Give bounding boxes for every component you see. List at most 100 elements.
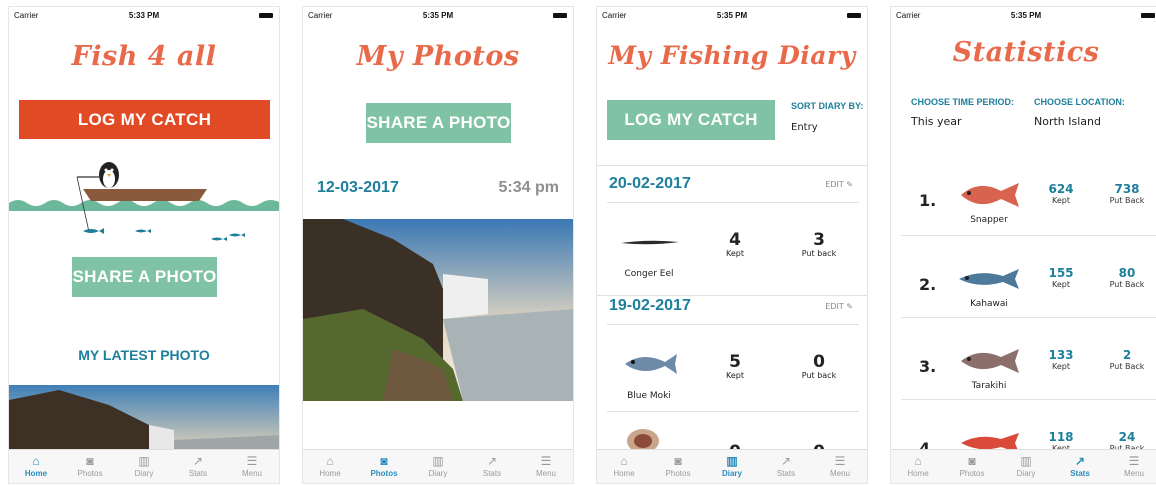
- put-back-count: 2 Put Back: [1109, 348, 1145, 372]
- tab-menu[interactable]: ☰ Menu: [1107, 450, 1156, 483]
- photo-time: 5:34 pm: [498, 179, 559, 196]
- stats-row: 2. Kahawai 155 Kept 80 Put Back: [901, 253, 1156, 335]
- status-bar: Carrier 5:35 PM: [303, 7, 573, 25]
- time-period-label: CHOOSE TIME PERIOD:: [911, 97, 1015, 107]
- fish-name: Tarakihi: [971, 381, 1007, 391]
- fish-name: Snapper: [970, 215, 1008, 225]
- diary-screen: Carrier 5:35 PM My Fishing Diary LOG MY …: [596, 6, 868, 484]
- status-bar: Carrier 5:35 PM: [597, 7, 867, 25]
- home-icon: ⌂: [620, 454, 628, 468]
- tab-stats[interactable]: ↗ Stats: [465, 450, 519, 483]
- status-time: 5:35 PM: [716, 11, 748, 20]
- kept-count: 4 Kept: [726, 230, 744, 258]
- log-catch-button[interactable]: LOG MY CATCH: [19, 100, 270, 139]
- home-icon: ⌂: [32, 454, 40, 468]
- rank-number: 3.: [919, 357, 937, 376]
- book-icon: ▥: [726, 454, 738, 468]
- photos-screen: Carrier 5:35 PM My Photos SHARE A PHOTO …: [302, 6, 574, 484]
- status-time: 5:35 PM: [422, 11, 454, 20]
- home-screen: Carrier 5:33 PM Fish 4 all LOG MY CATCH …: [8, 6, 280, 484]
- chart-icon: ↗: [1074, 454, 1086, 468]
- tab-diary[interactable]: ▥ Diary: [999, 450, 1053, 483]
- location-label: CHOOSE LOCATION:: [1034, 97, 1125, 107]
- kept-count: 133 Kept: [1048, 348, 1074, 372]
- put-back-count: 738 Put Back: [1109, 182, 1145, 206]
- menu-icon: ☰: [540, 454, 552, 468]
- home-icon: ⌂: [914, 454, 922, 468]
- tab-stats[interactable]: ↗ Stats: [171, 450, 225, 483]
- kept-count: 155 Kept: [1048, 266, 1074, 290]
- stats-row: 1. Snapper 624 Kept 738 Put Back: [901, 169, 1156, 251]
- location-select[interactable]: North Island: [1034, 115, 1101, 128]
- kahawai-image: [959, 269, 1019, 289]
- book-icon: ▥: [138, 454, 150, 468]
- pencil-icon: ✎: [846, 180, 853, 189]
- diary-entry[interactable]: Blue Moki 5 Kept 0 Put back: [597, 329, 867, 421]
- camera-icon: ◙: [674, 454, 682, 468]
- battery-icon: [1141, 13, 1155, 18]
- tab-stats[interactable]: ↗ Stats: [1053, 450, 1107, 483]
- battery-icon: [847, 13, 861, 18]
- rank-number: 1.: [919, 191, 937, 210]
- tab-stats[interactable]: ↗ Stats: [759, 450, 813, 483]
- status-bar: Carrier 5:33 PM: [9, 7, 279, 25]
- edit-button[interactable]: EDIT ✎: [825, 180, 853, 189]
- tab-diary[interactable]: ▥ Diary: [117, 450, 171, 483]
- tab-menu[interactable]: ☰ Menu: [225, 450, 279, 483]
- tab-photos[interactable]: ◙ Photos: [945, 450, 999, 483]
- fish-name: Conger Eel: [624, 269, 674, 279]
- book-icon: ▥: [1020, 454, 1032, 468]
- diary-date-heading: 20-02-2017: [609, 175, 691, 192]
- blue-moki-image: [625, 354, 677, 374]
- menu-icon: ☰: [246, 454, 258, 468]
- conger-eel-image: [621, 240, 679, 245]
- tab-menu[interactable]: ☰ Menu: [813, 450, 867, 483]
- share-photo-button[interactable]: SHARE A PHOTO: [72, 257, 217, 297]
- chart-icon: ↗: [192, 454, 204, 468]
- status-bar: Carrier 5:35 PM: [891, 7, 1156, 25]
- stats-row: 3. Tarakihi 133 Kept 2 Put Back: [901, 335, 1156, 417]
- tab-photos[interactable]: ◙ Photos: [63, 450, 117, 483]
- tab-bar: ⌂ Home ◙ Photos ▥ Diary ↗ Stats ☰ Menu: [303, 449, 573, 483]
- tab-home[interactable]: ⌂ Home: [891, 450, 945, 483]
- tab-home[interactable]: ⌂ Home: [597, 450, 651, 483]
- home-icon: ⌂: [326, 454, 334, 468]
- put-back-count: 3 Put back: [801, 230, 837, 258]
- snapper-image: [961, 183, 1019, 207]
- tab-bar: ⌂ Home ◙ Photos ▥ Diary ↗ Stats ☰ Menu: [891, 449, 1156, 483]
- waterfall-photo[interactable]: [303, 219, 574, 401]
- tab-diary[interactable]: ▥ Diary: [705, 450, 759, 483]
- fish-name: Kahawai: [970, 299, 1008, 309]
- status-time: 5:33 PM: [128, 11, 160, 20]
- share-photo-button[interactable]: SHARE A PHOTO: [366, 103, 511, 143]
- time-period-select[interactable]: This year: [911, 115, 962, 128]
- battery-icon: [259, 13, 273, 18]
- diary-entry[interactable]: Conger Eel 4 Kept 3 Put back: [597, 207, 867, 299]
- sort-diary-select[interactable]: Entry: [791, 122, 818, 133]
- stats-screen: Carrier 5:35 PM Statistics CHOOSE TIME P…: [890, 6, 1156, 484]
- status-time: 5:35 PM: [1010, 11, 1042, 20]
- tab-diary[interactable]: ▥ Diary: [411, 450, 465, 483]
- tab-photos[interactable]: ◙ Photos: [357, 450, 411, 483]
- latest-photo-thumbnail[interactable]: [9, 385, 280, 455]
- chart-icon: ↗: [780, 454, 792, 468]
- menu-icon: ☰: [834, 454, 846, 468]
- rank-number: 2.: [919, 275, 937, 294]
- tab-menu[interactable]: ☰ Menu: [519, 450, 573, 483]
- book-icon: ▥: [432, 454, 444, 468]
- tab-bar: ⌂ Home ◙ Photos ▥ Diary ↗ Stats ☰ Menu: [597, 449, 867, 483]
- tab-bar: ⌂ Home ◙ Photos ▥ Diary ↗ Stats ☰ Menu: [9, 449, 279, 483]
- diary-date-heading: 19-02-2017: [609, 297, 691, 314]
- photo-date: 12-03-2017: [317, 179, 399, 196]
- tab-home[interactable]: ⌂ Home: [303, 450, 357, 483]
- put-back-count: 0 Put back: [801, 352, 837, 380]
- tab-photos[interactable]: ◙ Photos: [651, 450, 705, 483]
- log-catch-button[interactable]: LOG MY CATCH: [607, 100, 775, 140]
- tab-home[interactable]: ⌂ Home: [9, 450, 63, 483]
- sort-diary-label: SORT DIARY BY:: [791, 101, 864, 111]
- app-logo-title: Fish 4 all: [71, 41, 217, 72]
- fishing-boat-illustration: [9, 162, 279, 241]
- chart-icon: ↗: [486, 454, 498, 468]
- edit-button[interactable]: EDIT ✎: [825, 302, 853, 311]
- latest-photo-heading: MY LATEST PHOTO: [78, 347, 210, 363]
